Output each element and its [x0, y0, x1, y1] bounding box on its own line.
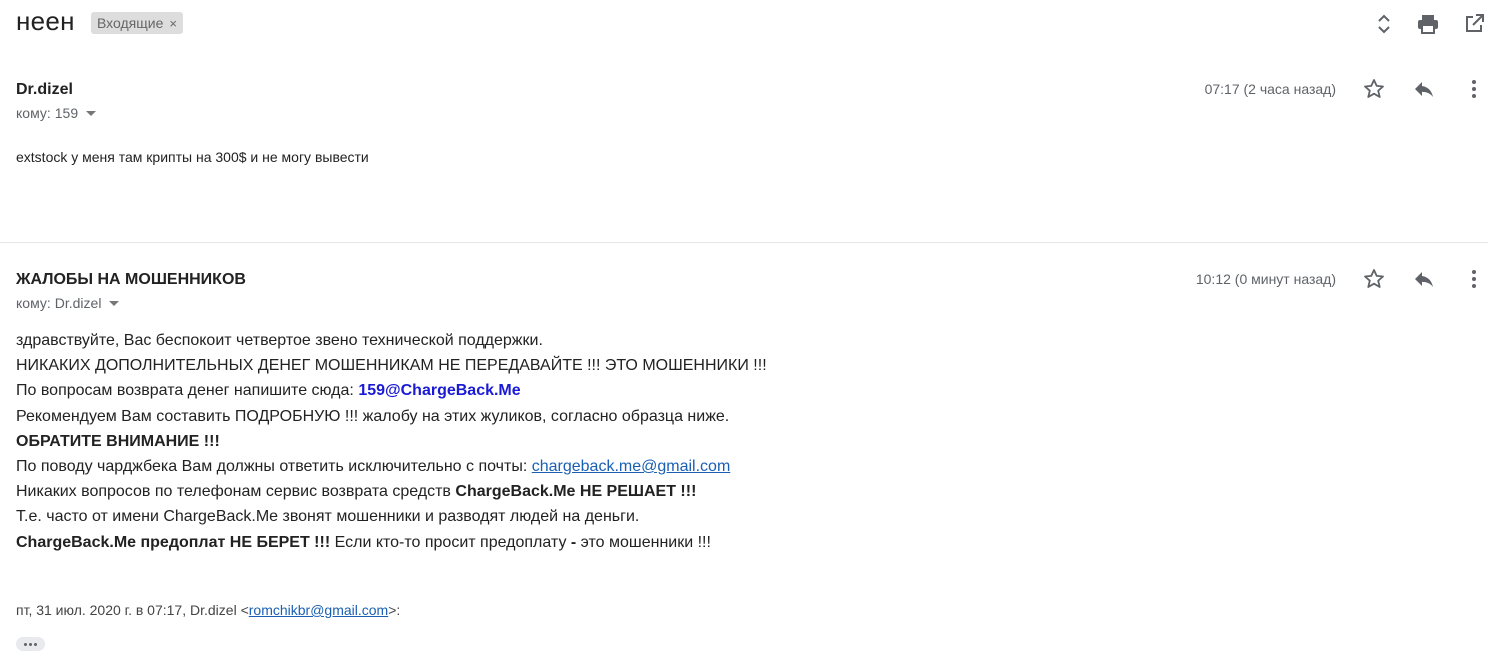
message-time: 07:17 (2 часа назад) [1204, 81, 1336, 97]
quote-prefix: пт, 31 июл. 2020 г. в 07:17, Dr.dizel < [16, 602, 249, 618]
more-vert-icon[interactable] [1462, 267, 1486, 291]
gmail-address-link[interactable]: chargeback.me@gmail.com [532, 458, 731, 475]
quote-email-link[interactable]: romchikbr@gmail.com [249, 602, 388, 618]
body-line-warning: ОБРАТИТЕ ВНИМАНИЕ !!! [16, 432, 220, 450]
recipient-prefix: кому: [16, 295, 51, 311]
message-recipient[interactable]: кому: 159 [16, 105, 97, 121]
message-sender[interactable]: Dr.dizel [16, 81, 73, 99]
body-line: По поводу чарджбека Вам должны ответить … [16, 454, 767, 479]
message-body: extstock у меня там крипты на 300$ и не … [16, 149, 369, 165]
label-chip-text: Входящие [97, 15, 164, 31]
body-line: Рекомендуем Вам составить ПОДРОБНУЮ !!! … [16, 407, 730, 425]
quoted-message-header: пт, 31 июл. 2020 г. в 07:17, Dr.dizel <r… [16, 602, 400, 618]
recipient-name: 159 [54, 105, 79, 121]
body-text: Никаких вопросов по телефонам сервис воз… [16, 483, 451, 501]
message-time: 10:12 (0 минут назад) [1195, 271, 1336, 287]
recipient-details-caret-icon[interactable] [86, 110, 97, 116]
open-in-new-window-icon[interactable] [1462, 12, 1486, 36]
recipient-prefix: кому: [16, 105, 51, 121]
recipient-details-caret-icon[interactable] [109, 300, 120, 306]
expand-collapse-icon[interactable] [1372, 12, 1396, 36]
star-icon[interactable] [1362, 77, 1386, 101]
label-remove-icon[interactable]: × [169, 16, 177, 31]
ellipsis-dot-icon [24, 642, 27, 646]
chargeback-email-link[interactable]: 159@ChargeBack.Me [358, 382, 520, 399]
more-vert-icon[interactable] [1462, 77, 1486, 101]
body-text: Если кто-то просит предоплату [334, 533, 567, 551]
body-text: По вопросам возврата денег напишите сюда… [16, 382, 354, 400]
message-body: здравствуйте, Вас беспокоит четвертое зв… [16, 328, 767, 555]
reply-icon[interactable] [1412, 267, 1436, 291]
body-line: здравствуйте, Вас беспокоит четвертое зв… [16, 332, 543, 349]
star-icon[interactable] [1362, 267, 1386, 291]
thread-subject: неен [16, 6, 75, 36]
ellipsis-dot-icon [29, 642, 32, 646]
body-line: НИКАКИХ ДОПОЛНИТЕЛЬНЫХ ДЕНЕГ МОШЕННИКАМ … [16, 357, 767, 375]
quote-suffix: >: [388, 602, 401, 618]
body-line: По вопросам возврата денег напишите сюда… [16, 378, 767, 403]
print-icon[interactable] [1416, 12, 1440, 36]
body-bold-text: ChargeBack.Me НЕ РЕШАЕТ !!! [455, 483, 697, 501]
body-line: Т.е. часто от имени ChargeBack.Me звонят… [16, 508, 640, 526]
message-recipient[interactable]: кому: Dr.dizel [16, 295, 120, 311]
message-divider [0, 242, 1488, 243]
message-sender[interactable]: ЖАЛОБЫ НА МОШЕННИКОВ [16, 271, 246, 289]
reply-icon[interactable] [1412, 77, 1436, 101]
body-bold-dash: - [570, 533, 577, 551]
ellipsis-dot-icon [34, 642, 37, 646]
show-trimmed-content-button[interactable] [16, 637, 45, 651]
body-bold-text: ChargeBack.Me предоплат НЕ БЕРЕТ !!! [16, 533, 331, 551]
body-text: По поводу чарджбека Вам должны ответить … [16, 458, 528, 476]
body-line: ChargeBack.Me предоплат НЕ БЕРЕТ !!! Есл… [16, 530, 767, 555]
recipient-name: Dr.dizel [54, 295, 102, 311]
body-line: Никаких вопросов по телефонам сервис воз… [16, 479, 767, 504]
label-chip-inbox: Входящие × [91, 12, 183, 34]
body-text: это мошенники !!! [580, 533, 711, 551]
